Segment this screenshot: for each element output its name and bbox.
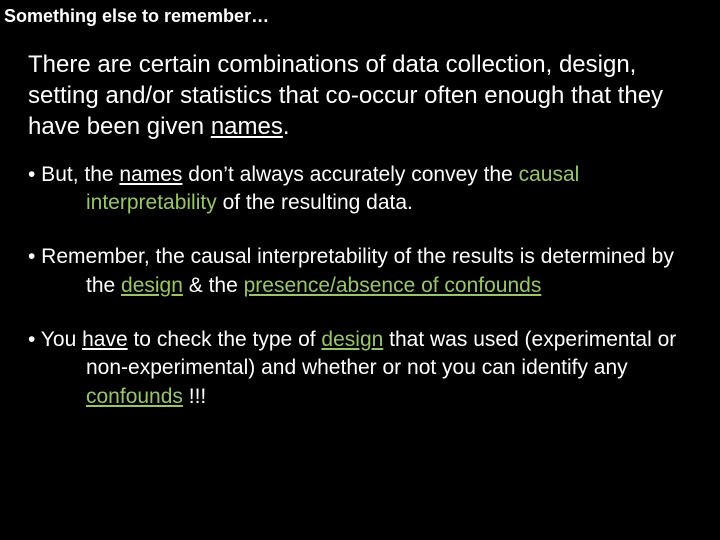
bullet-3-t1: to check the type of bbox=[128, 328, 322, 351]
bullet-2-g1: design bbox=[121, 274, 183, 297]
intro-names: names bbox=[211, 113, 283, 140]
intro-b: . bbox=[283, 113, 290, 140]
slide-title: Something else to remember… bbox=[0, 0, 720, 27]
bullet-3: • You have to check the type of design t… bbox=[28, 326, 684, 411]
bullet-2-g2: presence/absence of confounds bbox=[244, 274, 542, 297]
bullet-3-u1: have bbox=[82, 328, 128, 351]
slide: Something else to remember… There are ce… bbox=[0, 0, 720, 540]
bullet-1-names: names bbox=[119, 163, 182, 186]
bullet-list: • But, the names don’t always accurately… bbox=[0, 153, 720, 411]
bullet-1-lead: • But, the bbox=[28, 163, 119, 186]
bullet-1-t2: of the resulting data. bbox=[217, 191, 413, 214]
intro-a: There are certain combinations of data c… bbox=[28, 51, 663, 140]
bullet-3-g1: design bbox=[321, 328, 383, 351]
bullet-3-lead: • You bbox=[28, 328, 82, 351]
intro-paragraph: There are certain combinations of data c… bbox=[0, 27, 720, 153]
bullet-3-t3: !!! bbox=[183, 385, 206, 408]
bullet-1: • But, the names don’t always accurately… bbox=[28, 161, 684, 218]
bullet-2-t1: & the bbox=[183, 274, 244, 297]
bullet-1-t1: don’t always accurately convey the bbox=[182, 163, 518, 186]
bullet-2: • Remember, the causal interpretability … bbox=[28, 243, 684, 300]
bullet-3-g2: confounds bbox=[86, 385, 183, 408]
